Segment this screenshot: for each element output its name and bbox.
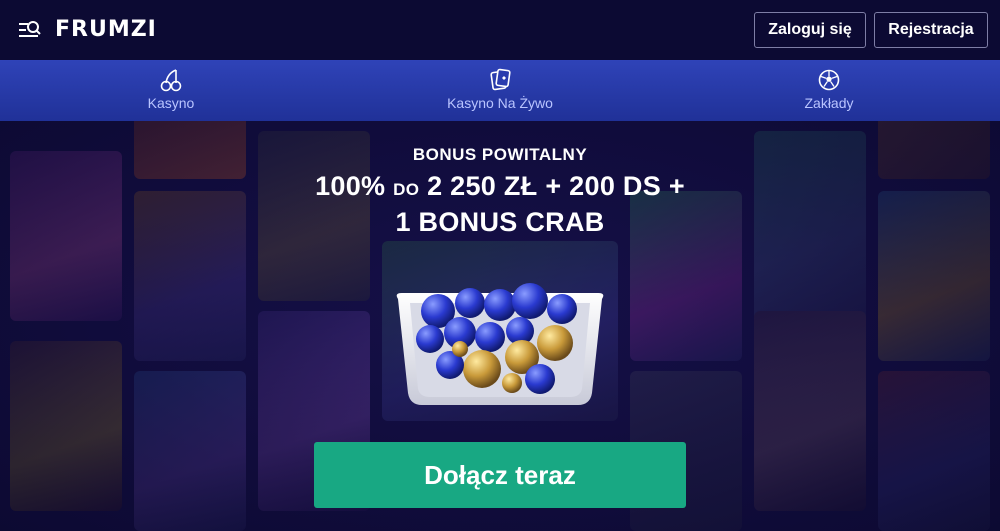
nav-item-sports-bets[interactable]: Zakłady [729, 60, 929, 121]
bonus-percent: 100% [315, 171, 386, 201]
top-bar: FRUMZI Zaloguj się Rejestracja [0, 0, 1000, 60]
menu-search-icon[interactable] [16, 18, 42, 42]
bonus-kicker: BONUS POWITALNY [412, 145, 588, 164]
category-nav: Kasyno Kasyno Na Żywo Zakłady [0, 60, 1000, 121]
bonus-headline-line2: 1 BONUS CRAB [395, 207, 605, 237]
join-now-button[interactable]: Dołącz teraz [314, 442, 686, 508]
soccer-ball-icon [818, 69, 840, 91]
nav-item-live-casino[interactable]: Kasyno Na Żywo [400, 60, 600, 121]
bonus-headline-line1: 100% DO 2 250 ZŁ + 200 DS + [0, 171, 1000, 202]
nav-item-casino[interactable]: Kasyno [71, 60, 271, 121]
cherry-icon [160, 69, 182, 92]
nav-label-casino: Kasyno [147, 95, 195, 111]
bonus-balls-bucket-illustration [396, 283, 604, 405]
register-button[interactable]: Rejestracja [874, 12, 988, 48]
bonus-up-to: DO [393, 180, 420, 199]
nav-label-live-casino: Kasyno Na Żywo [447, 95, 553, 111]
login-button[interactable]: Zaloguj się [754, 12, 866, 48]
nav-label-sports-bets: Zakłady [804, 95, 854, 111]
bonus-amount: 2 250 ZŁ + 200 DS + [427, 171, 685, 201]
brand-logo[interactable]: FRUMZI [55, 17, 157, 43]
cards-icon [490, 68, 511, 91]
